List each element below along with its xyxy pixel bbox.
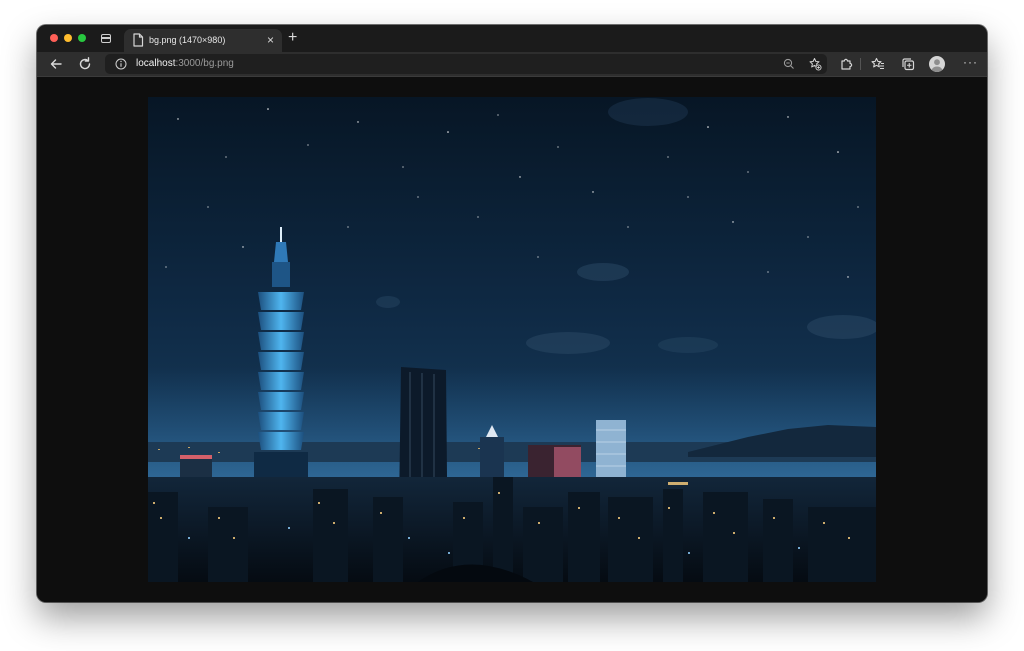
minimize-window-button[interactable] bbox=[64, 34, 72, 42]
arrow-left-icon[interactable] bbox=[48, 56, 64, 72]
reload-icon[interactable] bbox=[77, 56, 93, 72]
favorites-list-icon[interactable] bbox=[870, 56, 886, 72]
puzzle-icon[interactable] bbox=[838, 56, 854, 72]
city-skyline-image bbox=[148, 97, 879, 582]
tab-bar: bg.png (1470×980) × + bbox=[37, 25, 987, 52]
tab-close-button[interactable]: × bbox=[267, 33, 274, 47]
address-bar[interactable]: localhost:3000/bg.png bbox=[105, 54, 827, 74]
close-window-button[interactable] bbox=[50, 34, 58, 42]
zoom-out-icon[interactable] bbox=[782, 57, 796, 71]
maximize-window-button[interactable] bbox=[78, 34, 86, 42]
displayed-image[interactable] bbox=[148, 97, 879, 582]
url-host: localhost bbox=[136, 58, 176, 69]
avatar[interactable] bbox=[929, 56, 945, 72]
browser-window: bg.png (1470×980) × + localhost:3000/bg.… bbox=[37, 25, 987, 602]
new-tab-button[interactable]: + bbox=[288, 30, 297, 46]
collections-icon[interactable] bbox=[900, 56, 916, 72]
page-content bbox=[37, 77, 987, 602]
tab-bg-png[interactable]: bg.png (1470×980) × bbox=[124, 29, 282, 52]
info-icon[interactable] bbox=[115, 58, 127, 70]
toolbar-divider bbox=[860, 58, 861, 70]
more-options-button[interactable]: ··· bbox=[963, 55, 978, 69]
tab-title: bg.png (1470×980) bbox=[149, 35, 226, 45]
document-icon bbox=[133, 33, 144, 47]
tab-actions-icon[interactable] bbox=[101, 34, 111, 43]
star-add-icon[interactable] bbox=[808, 57, 822, 71]
toolbar: localhost:3000/bg.png ··· bbox=[37, 52, 987, 77]
url-path: :3000/bg.png bbox=[175, 58, 234, 69]
profile-silhouette-icon bbox=[931, 59, 943, 72]
url-text[interactable]: localhost:3000/bg.png bbox=[136, 58, 234, 70]
